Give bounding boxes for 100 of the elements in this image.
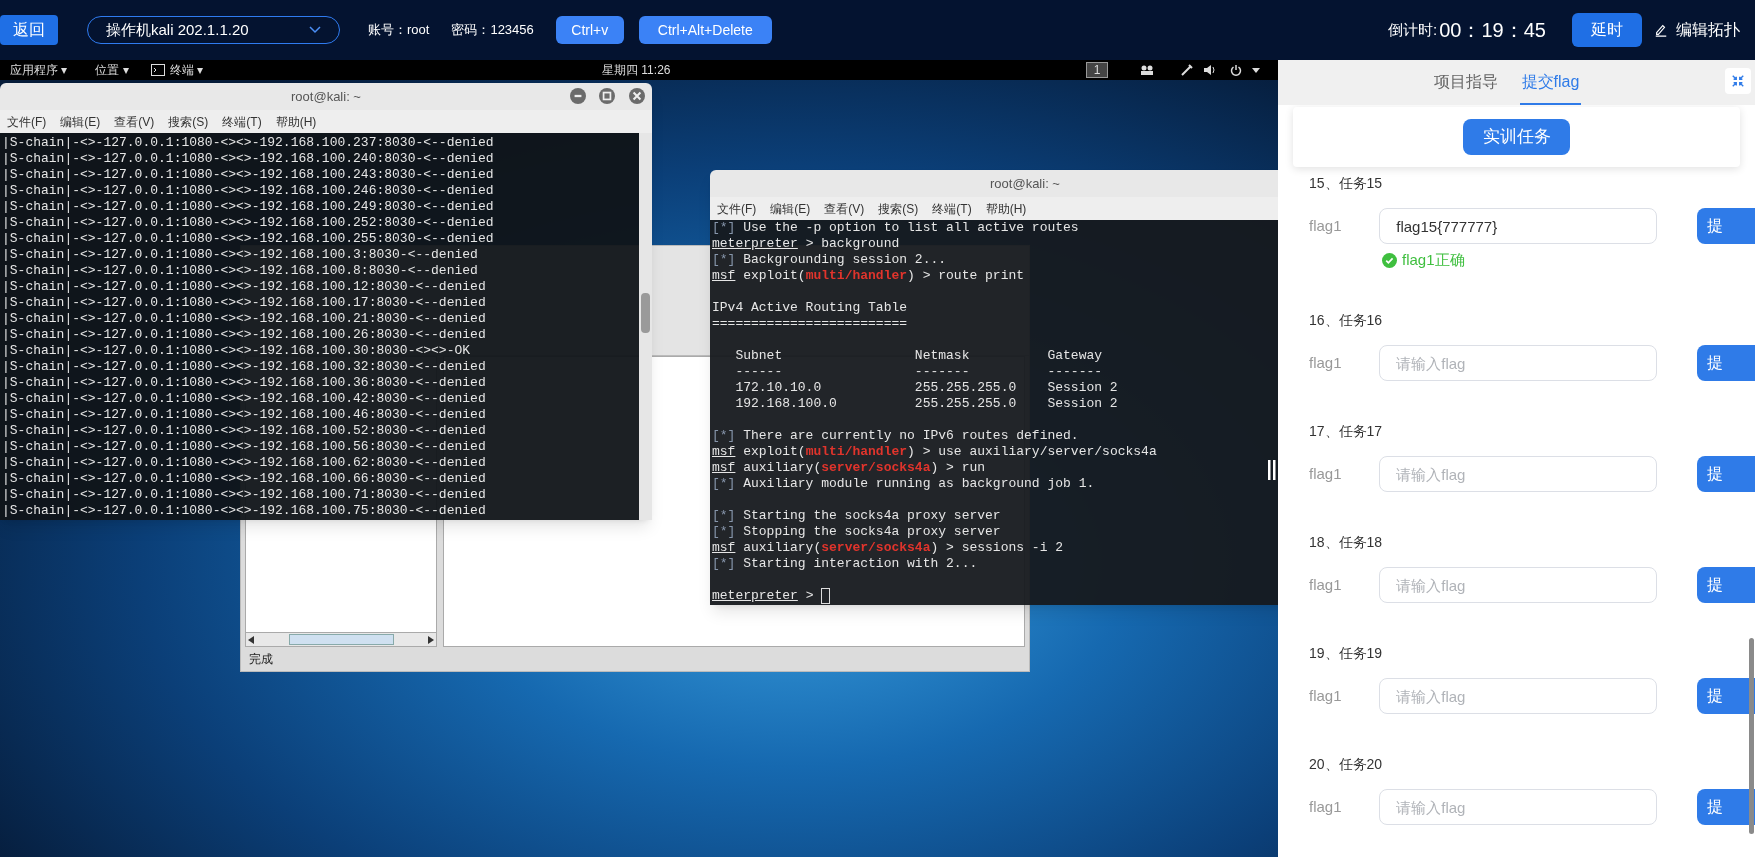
people-icon[interactable] (1140, 64, 1154, 76)
terminal-line: [*] Starting the socks4a proxy server (712, 508, 1001, 524)
desktop-menu[interactable]: 终端 ▾ (169, 61, 204, 79)
menu-item[interactable]: 查看(V) (114, 112, 155, 131)
vertical-scrollbar[interactable] (1749, 638, 1754, 834)
desktop-menu[interactable]: 位置 ▾ (95, 61, 129, 79)
result-message: flag1正确 (1402, 249, 1465, 270)
task-title: 17、任务17 (1309, 422, 1384, 441)
terminal-line: |S-chain|-<>-127.0.0.1:1080-<><>-192.168.100.32:8030-<--denied (2, 359, 487, 375)
terminal-line: |S-chain|-<>-127.0.0.1:1080-<><>-192.168.100.252:8030-<--denied (2, 215, 495, 231)
clock-text: 星期四 11:26 (602, 62, 671, 79)
flag-input[interactable]: 请输入flag (1379, 567, 1657, 603)
scrollbar-thumb[interactable] (641, 293, 650, 333)
menu-item[interactable]: 搜索(S) (878, 199, 919, 218)
terminal-line: |S-chain|-<>-127.0.0.1:1080-<><>-192.168.100.56:8030-<--denied (2, 439, 487, 455)
menu-item[interactable]: 查看(V) (824, 199, 865, 218)
menu-item[interactable]: 编辑(E) (60, 112, 101, 131)
submit-button[interactable]: 提 (1696, 208, 1755, 244)
task-title: 15、任务15 (1309, 174, 1384, 193)
terminal-line: |S-chain|-<>-127.0.0.1:1080-<><>-192.168.100.17:8030-<--denied (2, 295, 487, 311)
menu-item[interactable]: 编辑(E) (770, 199, 811, 218)
countdown-timer: 00：19：45 (1439, 18, 1546, 43)
terminal-line: ------ ------- ------- (734, 364, 1103, 380)
terminal-line: ========================= (712, 316, 908, 332)
terminal-line: IPv4 Active Routing Table (712, 300, 908, 316)
scrollbar-thumb[interactable] (288, 634, 394, 645)
terminal-icon[interactable] (150, 64, 165, 76)
terminal-line: msf exploit(multi/handler) > use auxiliary/server/socks4a (712, 444, 1157, 460)
menu-item[interactable]: 终端(T) (222, 112, 262, 131)
terminal-line: msf exploit(multi/handler) > route print (712, 268, 1025, 284)
power-icon[interactable] (1230, 64, 1242, 76)
field-label: flag1 (1309, 215, 1343, 236)
edit-topology-button[interactable]: 编辑拓扑 (1654, 18, 1740, 42)
menu-item[interactable]: 文件(F) (717, 199, 757, 218)
left-arrow-icon[interactable] (248, 635, 254, 644)
menu-item[interactable]: 搜索(S) (168, 112, 209, 131)
workspace-indicator[interactable]: 1 (1086, 62, 1108, 78)
training-task-button[interactable]: 实训任务 (1463, 119, 1570, 155)
terminal-line: [*] Stopping the socks4a proxy server (712, 524, 1001, 540)
terminal-line: |S-chain|-<>-127.0.0.1:1080-<><>-192.168.100.75:8030-<--denied (2, 503, 487, 519)
collapse-button[interactable] (1725, 68, 1751, 94)
flag-input[interactable]: 请输入flag (1379, 678, 1657, 714)
menu-item[interactable]: 帮助(H) (275, 112, 317, 131)
terminal-line: [*] Use the -p option to list all active routes (712, 220, 1079, 236)
window-title: root@kali: ~ (990, 174, 1060, 193)
horizontal-scrollbar[interactable] (246, 632, 436, 646)
speaker-icon[interactable] (1203, 64, 1217, 76)
check-circle-icon (1382, 252, 1397, 268)
minimize-icon[interactable] (570, 88, 586, 104)
submit-button[interactable]: 提 (1696, 345, 1755, 381)
terminal-line: |S-chain|-<>-127.0.0.1:1080-<><>-192.168.100.66:8030-<--denied (2, 471, 487, 487)
collapse-icon (1731, 74, 1745, 88)
terminal-line: |S-chain|-<>-127.0.0.1:1080-<><>-192.168.100.71:8030-<--denied (2, 487, 487, 503)
submit-button[interactable]: 提 (1696, 567, 1755, 603)
caret-icon[interactable] (1252, 68, 1260, 73)
flag-input[interactable]: 请输入flag (1379, 456, 1657, 492)
terminal-line: |S-chain|-<>-127.0.0.1:1080-<><>-192.168.100.46:8030-<--denied (2, 407, 487, 423)
close-icon[interactable] (629, 88, 645, 104)
key-combo-button[interactable]: Ctrl+Alt+Delete (638, 16, 772, 44)
task-title: 19、任务19 (1309, 644, 1384, 663)
terminal-line: 192.168.100.0 255.255.255.0 Session 2 (734, 396, 1118, 412)
flag-input[interactable]: 请输入flag (1379, 789, 1657, 825)
vertical-scrollbar[interactable] (639, 133, 652, 520)
terminal-line: |S-chain|-<>-127.0.0.1:1080-<><>-192.168.100.12:8030-<--denied (2, 279, 487, 295)
countdown-label: 倒计时: (1388, 19, 1438, 40)
key-combo-button[interactable]: Ctrl+v (555, 16, 624, 44)
terminal-line: |S-chain|-<>-127.0.0.1:1080-<><>-192.168.100.36:8030-<--denied (2, 375, 487, 391)
terminal-line: |S-chain|-<>-127.0.0.1:1080-<><>-192.168.100.21:8030-<--denied (2, 311, 487, 327)
submit-button[interactable]: 提 (1696, 678, 1755, 714)
terminal-line: msf auxiliary(server/socks4a) > sessions -i 2 (712, 540, 1064, 556)
terminal-line: |S-chain|-<>-127.0.0.1:1080-<><>-192.168.100.8:8030-<--denied (2, 263, 479, 279)
flag-input[interactable]: flag15{777777} (1379, 208, 1657, 244)
menu-item[interactable]: 终端(T) (932, 199, 972, 218)
back-button[interactable]: 返回 (0, 15, 58, 45)
chevron-down-icon (309, 26, 321, 34)
maximize-icon[interactable] (599, 88, 615, 104)
flag-input[interactable]: 请输入flag (1379, 345, 1657, 381)
field-label: flag1 (1309, 796, 1343, 817)
tab[interactable]: 项目指导 (1431, 60, 1500, 105)
status-text: 完成 (249, 651, 273, 668)
terminal-line: |S-chain|-<>-127.0.0.1:1080-<><>-192.168.100.3:8030-<--denied (2, 247, 479, 263)
terminal-line: |S-chain|-<>-127.0.0.1:1080-<><>-192.168.100.26:8030-<--denied (2, 327, 487, 343)
task-title: 18、任务18 (1309, 533, 1384, 552)
terminal-line: |S-chain|-<>-127.0.0.1:1080-<><>-192.168.100.249:8030-<--denied (2, 199, 495, 215)
window-title: root@kali: ~ (291, 87, 361, 106)
field-label: flag1 (1309, 685, 1343, 706)
right-arrow-icon[interactable] (428, 635, 434, 644)
tab[interactable]: 提交flag (1519, 60, 1582, 105)
menu-item[interactable]: 文件(F) (7, 112, 47, 131)
menu-item[interactable]: 帮助(H) (985, 199, 1027, 218)
terminal-line: [*] Auxiliary module running as background job 1. (712, 476, 1095, 492)
field-label: flag1 (1309, 574, 1343, 595)
desktop-menu[interactable]: 应用程序 ▾ (10, 61, 68, 79)
submit-button[interactable]: 提 (1696, 456, 1755, 492)
terminal-line: msf auxiliary(server/socks4a) > run (712, 460, 986, 476)
pen-icon[interactable] (1181, 64, 1193, 76)
terminal-line: |S-chain|-<>-127.0.0.1:1080-<><>-192.168.100.42:8030-<--denied (2, 391, 487, 407)
resize-handle-icon[interactable] (1268, 460, 1276, 480)
delay-button[interactable]: 延时 (1572, 13, 1642, 47)
submit-button[interactable]: 提 (1696, 789, 1755, 825)
